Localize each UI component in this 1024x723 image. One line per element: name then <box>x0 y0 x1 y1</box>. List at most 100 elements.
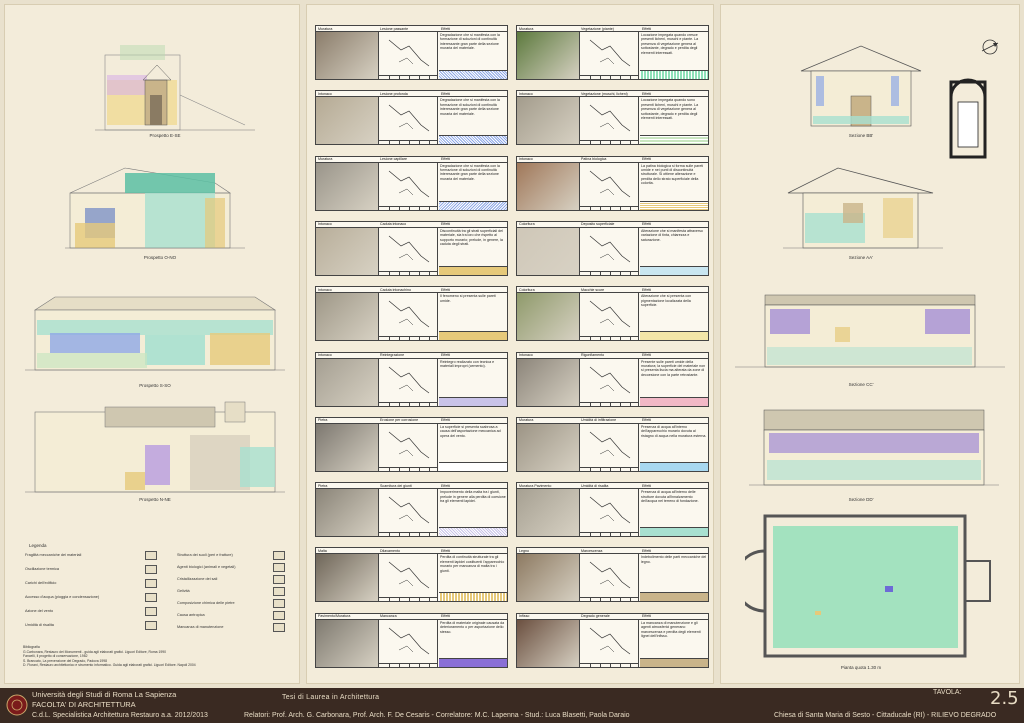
card-effect-text: Impoverimento della malta tra i giunti, … <box>440 490 506 503</box>
card-type: Marcescenza <box>581 548 603 553</box>
prospetto-ese-drawing <box>95 45 255 131</box>
card-legend-swatch <box>439 135 507 145</box>
card-material: Muratura <box>318 26 333 31</box>
card-photo <box>316 97 378 145</box>
card-material: Malta <box>318 548 327 553</box>
card-legend-swatch <box>640 592 708 602</box>
legend-item: Umidità di risalita <box>25 623 54 627</box>
card-sketch <box>378 227 438 271</box>
card-scale-strip <box>579 140 639 145</box>
card-effect-text: Indebolimento delle parti meccaniche del… <box>641 555 707 564</box>
degradation-card: Legno Marcescenza Effetti Indebolimento del… <box>516 547 709 603</box>
card-photo <box>316 423 378 471</box>
card-photo <box>517 489 579 537</box>
degradation-card: Intonaco Rigonfiamento Effetti Presente sul… <box>516 351 709 407</box>
church-title: Chiesa di Santa Maria di Sesto - Cittadu… <box>774 712 997 719</box>
card-effect-label: Effetti <box>441 418 451 423</box>
card-photo <box>316 162 378 210</box>
card-material: Pietra <box>318 483 328 488</box>
prospetto-ono-drawing <box>65 167 245 249</box>
legend-item: Gelività <box>177 589 190 593</box>
card-legend-swatch <box>640 200 708 210</box>
card-material: Intonaco <box>519 157 533 162</box>
plan-drawing <box>745 514 991 658</box>
card-material: Coloritura <box>519 287 535 292</box>
card-effect-label: Effetti <box>642 483 652 488</box>
sections-panel: Sezione BB' Sezione AA' Sezione CC' Sezi… <box>720 4 1020 684</box>
card-type: Rigonfiamento <box>581 353 605 357</box>
card-photo <box>316 227 378 275</box>
card-effect-label: Effetti <box>441 483 451 488</box>
card-scale-strip <box>579 75 639 79</box>
card-scale-strip <box>378 597 438 602</box>
course-name: C.d.L. Specialistica Architettura Restau… <box>32 712 208 719</box>
degradation-card: Intonaco Caduta intonachino Effetti Il feno… <box>315 286 508 342</box>
sezione-aa-drawing <box>783 167 943 249</box>
degradation-card: Coloritura Macchie scure Effetti Alterazion… <box>516 286 709 342</box>
card-effect-label: Effetti <box>642 418 652 423</box>
card-photo <box>316 554 378 602</box>
degradation-card: Pavimento/Muratura Mancanza Effetti Perdita… <box>315 612 508 668</box>
card-material: Coloritura <box>519 222 535 227</box>
card-material: Pietra <box>318 418 328 423</box>
card-effect-text: Il fenomeno si presenta sulle pareti umi… <box>440 294 496 303</box>
card-effect-text: Locazione impegata quando cresce present… <box>641 33 699 55</box>
degradation-card: Intonaco Reintegrazione Effetti Reintegro r… <box>315 351 508 407</box>
caption-prospetto-ese: Prospetto E-SE <box>149 133 181 138</box>
card-material: Intonaco <box>318 91 332 96</box>
card-effect-text: Presenza di acqua all'interno dell'appar… <box>641 424 707 438</box>
sezione-dd-drawing <box>749 409 999 486</box>
legend-swatch <box>145 551 157 560</box>
legend-swatch <box>273 551 285 560</box>
card-photo <box>517 97 579 145</box>
card-material: Legno <box>519 548 529 553</box>
tavola-label: TAVOLA: <box>933 689 962 696</box>
card-scale-strip <box>378 466 438 471</box>
elevations-panel: Prospetto E-SE Prospetto O-NO Prospetto … <box>4 4 300 684</box>
caption-sezione-dd: Sezione DD' <box>848 497 874 502</box>
card-legend-swatch <box>439 200 507 210</box>
card-effect-text: Alterazione che si manifesta attraverso … <box>641 228 703 242</box>
university-name: Università degli Studi di Roma La Sapien… <box>32 690 177 699</box>
card-material: Muratura <box>519 26 534 31</box>
card-photo <box>517 227 579 275</box>
card-sketch <box>579 293 639 337</box>
card-material: Muratura <box>318 157 333 162</box>
legend-swatch <box>145 621 157 630</box>
card-material: Intonaco <box>318 353 332 357</box>
card-scale-strip <box>579 466 639 471</box>
card-material: Pavimento/Muratura <box>318 614 351 619</box>
card-sketch <box>579 619 639 663</box>
card-type: Dilavamento <box>380 548 400 553</box>
card-type: Scarnitura dei giunti <box>380 483 412 488</box>
card-scale-strip <box>579 205 639 210</box>
prospetto-sso-drawing <box>25 296 285 371</box>
card-legend-swatch <box>439 70 507 79</box>
degradation-card: Muratura Pavimento Umidità di risalita Eff… <box>516 482 709 538</box>
supervisors: Relatori: Prof. Arch. G. Carbonara, Prof… <box>244 712 630 719</box>
card-legend-swatch <box>640 527 708 537</box>
caption-sezione-aa: Sezione AA' <box>848 255 874 260</box>
card-sketch <box>378 358 438 402</box>
degradation-card: Pietra Scarnitura dei giunti Effetti Impove… <box>315 482 508 538</box>
card-effect-text: Degradazione che si manifesta con la for… <box>440 98 500 116</box>
card-photo <box>517 423 579 471</box>
card-type: Umidità di risalita <box>581 483 609 488</box>
card-material: Muratura Pavimento <box>519 483 552 488</box>
card-scale-strip <box>579 597 639 602</box>
card-sketch <box>579 97 639 141</box>
card-type: Caduta intonaco <box>380 222 407 227</box>
card-type: Lesione profonda <box>380 91 408 96</box>
card-type: Caduta intonachino <box>380 287 411 292</box>
card-legend-swatch <box>640 396 708 406</box>
card-effect-text: Presente sulle pareti umide della muratu… <box>641 359 706 377</box>
card-effect-label: Effetti <box>642 548 652 553</box>
legend-swatch <box>145 565 157 574</box>
legend-item: Accesso d'acqua (pioggia e condensazione… <box>25 595 100 599</box>
card-type: Lesione capillare <box>380 157 407 162</box>
card-photo <box>316 293 378 341</box>
tavola-number: 2.5 <box>990 688 1019 709</box>
card-effect-label: Effetti <box>441 353 451 357</box>
legend-item: Fragilità meccaniche dei materiali <box>25 553 82 557</box>
card-material: Intonaco <box>519 353 533 357</box>
